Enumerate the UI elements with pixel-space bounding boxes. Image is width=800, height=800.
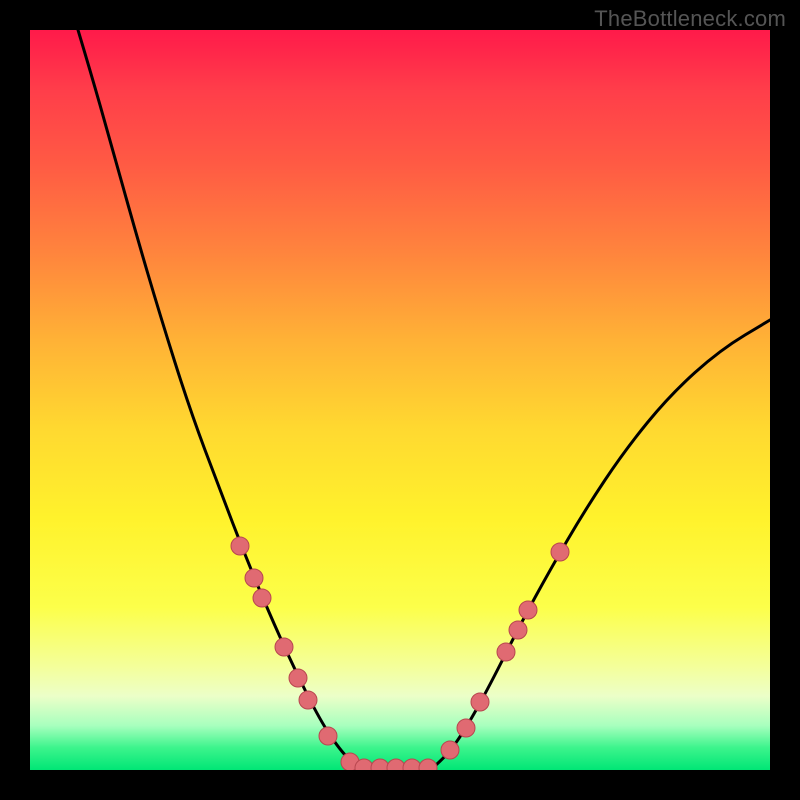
- curve-left-curve: [78, 30, 365, 770]
- chart-svg: [30, 30, 770, 770]
- data-point: [419, 759, 437, 770]
- watermark-text: TheBottleneck.com: [594, 6, 786, 32]
- data-point: [387, 759, 405, 770]
- data-point: [253, 589, 271, 607]
- curve-group: [78, 30, 770, 770]
- data-point: [457, 719, 475, 737]
- data-point: [551, 543, 569, 561]
- data-point: [289, 669, 307, 687]
- data-point: [319, 727, 337, 745]
- data-point: [471, 693, 489, 711]
- data-point: [231, 537, 249, 555]
- data-point: [441, 741, 459, 759]
- data-point: [245, 569, 263, 587]
- chart-stage: TheBottleneck.com: [0, 0, 800, 800]
- data-point: [519, 601, 537, 619]
- data-point: [371, 759, 389, 770]
- plot-area: [30, 30, 770, 770]
- marker-group: [231, 537, 569, 770]
- data-point: [299, 691, 317, 709]
- data-point: [509, 621, 527, 639]
- data-point: [497, 643, 515, 661]
- data-point: [403, 759, 421, 770]
- data-point: [275, 638, 293, 656]
